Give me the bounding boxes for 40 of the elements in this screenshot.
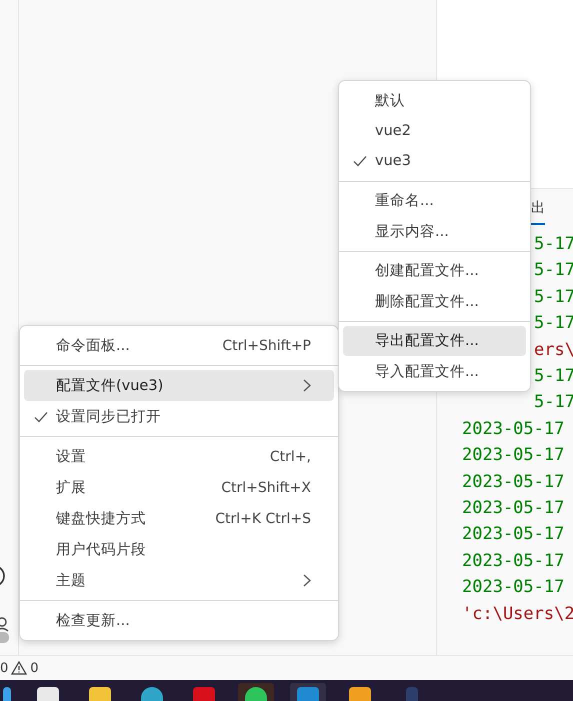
warning-icon[interactable] <box>11 661 28 675</box>
code-editor-icon[interactable] <box>297 687 319 701</box>
app-icon[interactable] <box>193 687 215 701</box>
chevron-right-icon <box>303 379 311 392</box>
menu-item[interactable]: 创建配置文件... <box>343 256 526 286</box>
menu-item[interactable]: 检查更新... <box>24 605 334 636</box>
output-line: 'c:\Users\2 <box>462 602 573 626</box>
menu-item[interactable]: 用户代码片段 <box>24 534 334 565</box>
menu-item[interactable]: 重命名... <box>343 186 526 216</box>
window-icon[interactable] <box>37 687 59 701</box>
menu-item[interactable]: 设置同步已打开 <box>24 401 334 432</box>
menu-item[interactable]: 默认 <box>343 85 526 116</box>
menu-item[interactable]: 导入配置文件... <box>343 356 526 386</box>
app-icon[interactable] <box>406 687 418 701</box>
menu-item[interactable]: 命令面板... Ctrl+Shift+P <box>24 330 334 361</box>
output-line: 2023-05-17 <box>462 444 564 468</box>
check-icon <box>353 155 367 168</box>
menu-item[interactable]: 显示内容... <box>343 216 526 246</box>
menu-item[interactable]: 键盘快捷方式 Ctrl+K Ctrl+S <box>24 503 334 534</box>
menu-item[interactable]: vue2 <box>343 116 526 146</box>
circle-icon <box>0 565 6 587</box>
output-line: 2023-05-17 <box>462 550 564 573</box>
menu-item[interactable]: 设置 Ctrl+, <box>24 441 334 472</box>
output-line: 2023-05-17 <box>462 418 564 441</box>
error-count[interactable]: 0 <box>0 660 8 676</box>
check-icon <box>34 410 48 422</box>
menu-item[interactable]: 配置文件(vue3) <box>24 370 334 401</box>
account-icon <box>0 617 10 643</box>
menu-item[interactable]: vue3 <box>343 146 526 176</box>
menu-item[interactable]: 主题 <box>24 565 334 596</box>
menu-item[interactable]: 扩展 Ctrl+Shift+X <box>24 472 334 503</box>
warning-count[interactable]: 0 <box>30 660 39 676</box>
chevron-right-icon <box>303 574 311 587</box>
menu-item[interactable]: 删除配置文件... <box>343 286 526 316</box>
folder-icon[interactable] <box>89 687 111 701</box>
output-line: 2023-05-17 <box>462 523 564 546</box>
output-line: 2023-05-17 <box>462 497 564 520</box>
output-line: 2023-05-17 <box>462 470 564 494</box>
menu-item[interactable]: 导出配置文件... <box>343 326 526 356</box>
output-line: 2023-05-17 <box>462 576 564 600</box>
